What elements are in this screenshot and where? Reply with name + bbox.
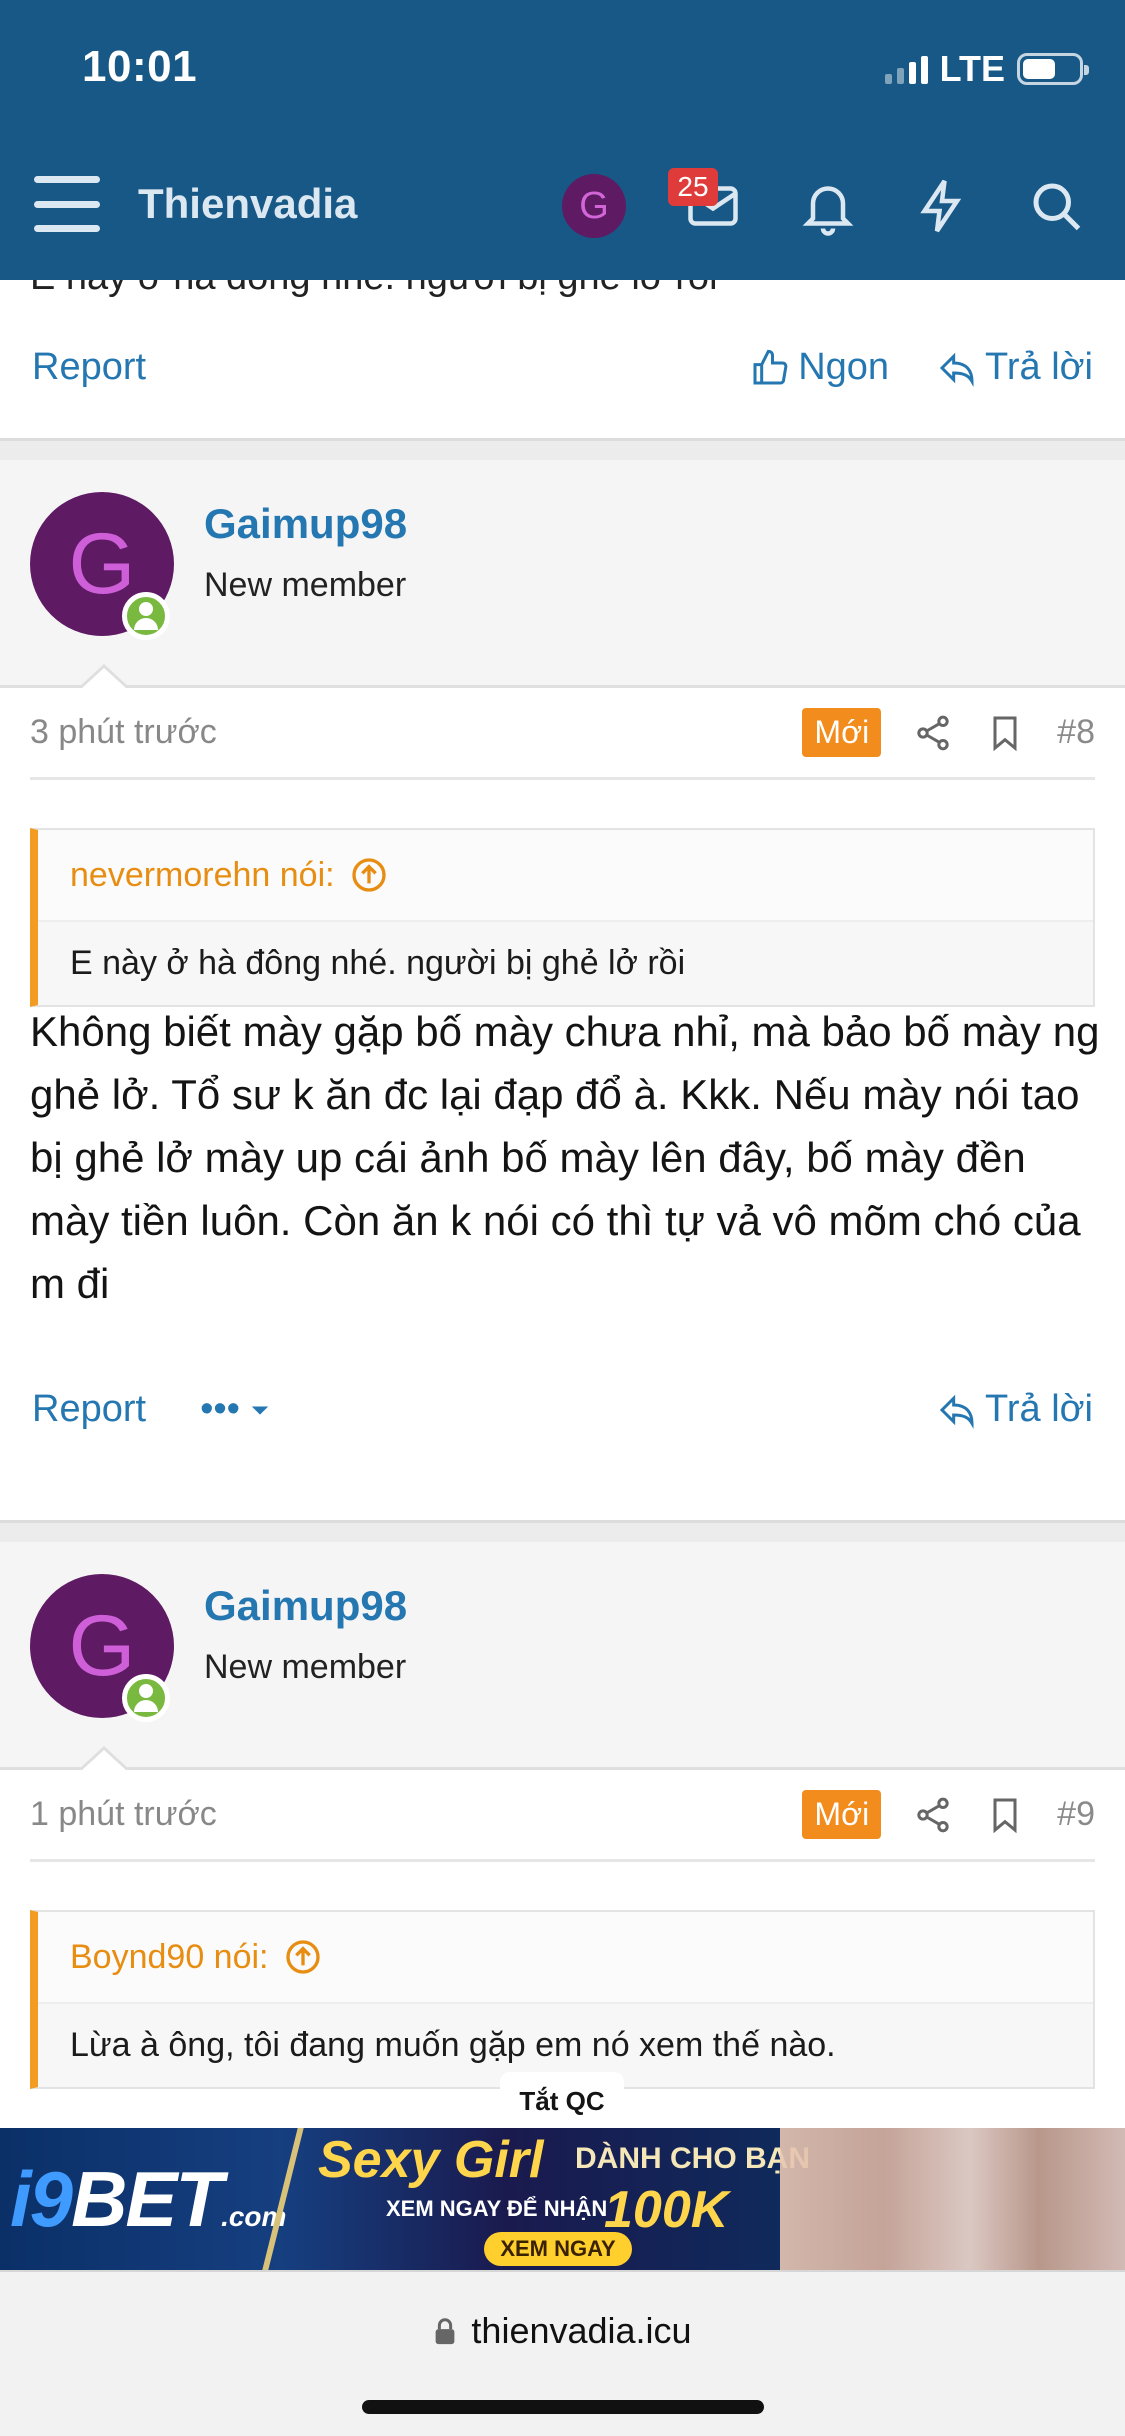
username[interactable]: Gaimup98	[204, 500, 407, 548]
post-time[interactable]: 3 phút trước	[30, 713, 217, 752]
menu-icon[interactable]	[34, 176, 100, 232]
online-status-icon	[122, 1674, 170, 1722]
reply-icon	[939, 1394, 974, 1429]
search-icon[interactable]	[1026, 176, 1086, 236]
quote-author: Boynd90 nói:	[70, 1937, 269, 1976]
reply-icon	[939, 352, 974, 387]
ad-banner[interactable]: i9BET.com Sexy Girl DÀNH CHO BẠN XEM NGA…	[0, 2128, 1125, 2270]
card-pointer	[78, 1746, 130, 1771]
card-pointer	[78, 664, 130, 689]
post-number[interactable]: #8	[1057, 713, 1095, 752]
report-link[interactable]: Report	[32, 346, 146, 389]
close-ad-button[interactable]: Tắt QC	[500, 2072, 624, 2130]
lock-icon	[436, 2318, 455, 2345]
status-icons: LTE	[884, 48, 1089, 90]
bookmark-icon[interactable]	[985, 713, 1025, 753]
arrow-up-circle-icon[interactable]	[283, 1937, 323, 1977]
post-meta: 3 phút trước Mới #8	[30, 688, 1095, 780]
ad-brand-logo: i9BET.com	[10, 2155, 287, 2243]
post-separator	[0, 438, 1125, 460]
like-label: Ngon	[798, 346, 890, 388]
post-actions: Report Ngon Trả lời	[32, 346, 1093, 389]
online-status-icon	[122, 592, 170, 640]
new-badge: Mới	[802, 708, 882, 757]
browser-address-bar: thienvadia.icu	[0, 2270, 1125, 2436]
site-title[interactable]: Thienvadia	[138, 180, 357, 228]
like-button[interactable]: Ngon	[750, 346, 889, 389]
home-indicator[interactable]	[362, 2400, 764, 2414]
ad-line: XEM NGAY ĐỂ NHẬN	[386, 2196, 608, 2221]
quote-author: nevermorehn nói:	[70, 855, 335, 894]
quote-block: nevermorehn nói: E này ở hà đông nhé. ng…	[30, 828, 1095, 1007]
reply-label: Trả lời	[985, 1388, 1093, 1430]
ad-amount: 100K	[604, 2181, 729, 2239]
reply-button[interactable]: Trả lời	[937, 1388, 1093, 1431]
post-actions: Report ••• Trả lời	[32, 1388, 1093, 1431]
user-card: G Gaimup98 New member	[0, 460, 1125, 689]
chevron-down-icon	[251, 1406, 269, 1415]
signal-icon	[884, 54, 928, 84]
username[interactable]: Gaimup98	[204, 1582, 407, 1630]
user-title: New member	[204, 1648, 407, 1686]
url-field[interactable]: thienvadia.icu	[0, 2310, 1125, 2352]
reply-label: Trả lời	[985, 346, 1093, 388]
share-icon[interactable]	[913, 713, 953, 753]
bookmark-icon[interactable]	[985, 1795, 1025, 1835]
post-message: Không biết mày gặp bố mày chưa nhỉ, mà b…	[30, 1008, 1100, 1307]
previous-post: E này ở hà đông nhé. người bị ghẻ lở rồi…	[0, 256, 1125, 438]
thumbs-up-icon	[753, 349, 788, 385]
status-time: 10:01	[82, 42, 198, 91]
more-label: •••	[200, 1388, 240, 1430]
battery-icon	[1017, 53, 1089, 85]
share-icon[interactable]	[913, 1795, 953, 1835]
report-link[interactable]: Report	[32, 1388, 146, 1431]
inbox-badge: 25	[668, 168, 718, 206]
reply-button[interactable]: Trả lời	[937, 346, 1093, 389]
post-number[interactable]: #9	[1057, 1795, 1095, 1834]
top-bar: 10:01 LTE Thienvadia G 25	[0, 0, 1125, 280]
quote-header[interactable]: nevermorehn nói:	[38, 830, 1093, 922]
quote-text: E này ở hà đông nhé. người bị ghẻ lở rồi	[70, 944, 686, 982]
ad-headline: Sexy Girl	[318, 2131, 544, 2189]
new-badge: Mới	[802, 1790, 882, 1839]
ad-cta-button[interactable]: XEM NGAY	[484, 2232, 632, 2266]
post-separator	[0, 1520, 1125, 1542]
more-options-button[interactable]: •••	[200, 1388, 274, 1431]
ad-subhead: DÀNH CHO BẠN	[575, 2142, 810, 2175]
arrow-up-circle-icon[interactable]	[349, 855, 389, 895]
post-time[interactable]: 1 phút trước	[30, 1795, 217, 1834]
post-meta: 1 phút trước Mới #9	[30, 1770, 1095, 1862]
url-text: thienvadia.icu	[471, 2310, 692, 2351]
bolt-icon[interactable]	[912, 176, 972, 236]
user-title: New member	[204, 566, 407, 604]
ad-image	[780, 2128, 1125, 2270]
network-label: LTE	[939, 48, 1005, 89]
bell-icon[interactable]	[798, 176, 858, 236]
post-8: 3 phút trước Mới #8 nevermorehn nói: E n…	[0, 688, 1125, 1520]
user-card: G Gaimup98 New member	[0, 1542, 1125, 1771]
quote-block: Boynd90 nói: Lừa à ông, tôi đang muốn gặ…	[30, 1910, 1095, 2089]
quote-header[interactable]: Boynd90 nói:	[38, 1912, 1093, 2004]
user-avatar-button[interactable]: G	[562, 174, 626, 238]
